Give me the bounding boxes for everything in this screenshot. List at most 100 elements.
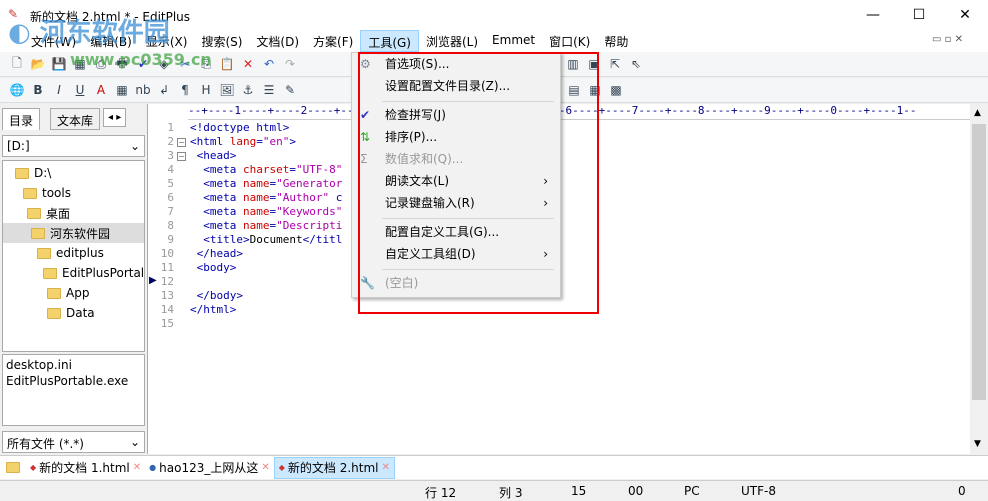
menu-item-config-user-tools[interactable]: 配置自定义工具(G)... [352, 221, 560, 243]
redo-icon[interactable]: ↷ [281, 55, 299, 73]
tree-item[interactable]: tools [23, 183, 71, 203]
sigma-icon: Σ [360, 152, 368, 166]
open-folder-icon[interactable]: 📂 [29, 55, 47, 73]
code-line[interactable]: <meta name="Author" c [190, 191, 342, 204]
menu-item-config-directory[interactable]: 设置配置文件目录(Z)... [352, 75, 560, 97]
insert-image-icon[interactable]: 🖼 [218, 81, 236, 99]
code-line[interactable]: <meta charset="UTF-8" [190, 163, 342, 176]
doc-tab[interactable]: ● hao123_上网从这 ✕ [145, 457, 274, 479]
code-line[interactable]: </head> [190, 247, 243, 260]
drive-select[interactable]: [D:] ⌄ [2, 135, 145, 157]
close-tab-icon[interactable]: ✕ [261, 462, 269, 473]
menu-item-empty: 🔧 (空白) [352, 272, 560, 294]
code-line[interactable]: <meta name="Descripti [190, 219, 342, 232]
table-icon[interactable]: ▦ [586, 81, 604, 99]
tab-scroll-arrows[interactable]: ◂ ▸ [103, 108, 127, 127]
fold-toggle-icon[interactable]: − [177, 138, 186, 147]
file-item[interactable]: EditPlusPortable.exe [6, 373, 141, 389]
code-line[interactable]: <title>Document</titl [190, 233, 342, 246]
menu-window[interactable]: 窗口(K) [542, 30, 597, 52]
code-line[interactable]: <head> [190, 149, 237, 162]
tree-item[interactable]: Data [47, 303, 95, 323]
font-color-icon[interactable]: A [92, 81, 110, 99]
code-line[interactable]: </html> [190, 303, 236, 316]
code-line[interactable]: <meta name="Keywords" [190, 205, 342, 218]
line-break-icon[interactable]: ↲ [155, 81, 173, 99]
file-list: desktop.ini EditPlusPortable.exe [2, 354, 145, 426]
globe-icon[interactable]: 🌐 [8, 81, 26, 99]
code-line[interactable]: </body> [190, 289, 243, 302]
bold-icon[interactable]: B [29, 81, 47, 99]
menu-item-user-tool-group[interactable]: 自定义工具组(D) › [352, 243, 560, 265]
code-line[interactable]: <html lang="en"> [190, 135, 296, 148]
close-button[interactable]: ✕ [942, 0, 988, 30]
status-encoding[interactable]: UTF-8 [741, 484, 776, 498]
image-icon[interactable]: ▣ [585, 55, 603, 73]
menu-document[interactable]: 文档(D) [249, 30, 306, 52]
form-icon[interactable]: ▤ [565, 81, 583, 99]
paragraph-icon[interactable]: ¶ [176, 81, 194, 99]
hr-icon[interactable]: ☰ [260, 81, 278, 99]
scroll-down-icon[interactable]: ▼ [974, 439, 981, 449]
folder-icon [43, 267, 57, 279]
pointer-help-icon[interactable]: ⇖ [627, 55, 645, 73]
vertical-scrollbar[interactable]: ▲ ▼ [970, 104, 988, 454]
menu-browser[interactable]: 浏览器(L) [419, 30, 485, 52]
menu-project[interactable]: 方案(F) [306, 30, 360, 52]
menu-tools[interactable]: 工具(G) [360, 30, 419, 52]
maximize-button[interactable]: ☐ [896, 0, 942, 30]
delete-icon[interactable]: ✕ [239, 55, 257, 73]
status-code: 00 [628, 484, 644, 498]
doc-tab-active[interactable]: ◆ 新的文档 2.html ✕ [273, 456, 395, 479]
menu-search[interactable]: 搜索(S) [194, 30, 249, 52]
undo-icon[interactable]: ↶ [260, 55, 278, 73]
underline-icon[interactable]: U [71, 81, 89, 99]
file-item[interactable]: desktop.ini [6, 357, 141, 373]
menu-item-spellcheck[interactable]: ✔ 检查拼写(J) [352, 104, 560, 126]
code-line[interactable]: <!doctype html> [190, 121, 289, 134]
tree-item[interactable]: editplus [37, 243, 104, 263]
edit-icon[interactable]: ✎ [281, 81, 299, 99]
code-line[interactable]: <body> [190, 261, 237, 274]
line-number: 13 [160, 289, 174, 302]
tree-item[interactable]: D:\ [15, 163, 51, 183]
minimize-button[interactable]: — [850, 0, 896, 30]
mdi-controls[interactable]: ▭ ▫ ✕ [932, 34, 963, 45]
tab-cliptext[interactable]: 文本库 [50, 108, 101, 130]
close-tab-icon[interactable]: ✕ [133, 462, 141, 473]
file-filter-select[interactable]: 所有文件 (*.*) ⌄ [2, 431, 145, 453]
folder-icon [23, 187, 37, 199]
fold-toggle-icon[interactable]: − [177, 152, 186, 161]
close-tab-icon[interactable]: ✕ [382, 462, 390, 473]
tab-directory[interactable]: 目录 [2, 108, 41, 130]
menu-item-sort[interactable]: ⇅ 排序(P)... [352, 126, 560, 148]
code-line[interactable]: <meta name="Generator [190, 177, 342, 190]
menu-emmet[interactable]: Emmet [485, 30, 542, 52]
scroll-thumb[interactable] [972, 124, 986, 400]
italic-icon[interactable]: I [50, 81, 68, 99]
tree-item[interactable]: EditPlusPortal [43, 263, 144, 283]
scroll-up-icon[interactable]: ▲ [974, 108, 981, 118]
heading-icon[interactable]: H [197, 81, 215, 99]
status-eol[interactable]: PC [684, 484, 700, 498]
menu-item-read-text[interactable]: 朗读文本(L) › [352, 170, 560, 192]
colors-icon[interactable]: ▩ [607, 81, 625, 99]
nbsp-icon[interactable]: nb [134, 81, 152, 99]
menu-item-preferences[interactable]: ⚙ 首选项(S)... [352, 53, 560, 75]
tree-item[interactable]: App [47, 283, 89, 303]
tree-item-selected[interactable]: 河东软件园 [3, 223, 144, 243]
save-icon[interactable]: 💾 [50, 55, 68, 73]
export-icon[interactable]: ⇱ [606, 55, 624, 73]
view-panel-icon[interactable]: ▥ [564, 55, 582, 73]
tree-item[interactable]: 桌面 [27, 203, 70, 223]
paste-icon[interactable]: 📋 [218, 55, 236, 73]
status-total-lines: 15 [571, 484, 587, 498]
anchor-icon[interactable]: ⚓ [239, 81, 257, 99]
menu-help[interactable]: 帮助 [597, 30, 635, 52]
doc-tab[interactable]: ◆ 新的文档 1.html ✕ [26, 457, 145, 479]
new-file-icon[interactable]: 🗋 [8, 55, 26, 73]
folder-icon [47, 307, 61, 319]
status-count: 0 [958, 484, 966, 498]
color-grid-icon[interactable]: ▦ [113, 81, 131, 99]
menu-item-record-keys[interactable]: 记录键盘输入(R) › [352, 192, 560, 214]
